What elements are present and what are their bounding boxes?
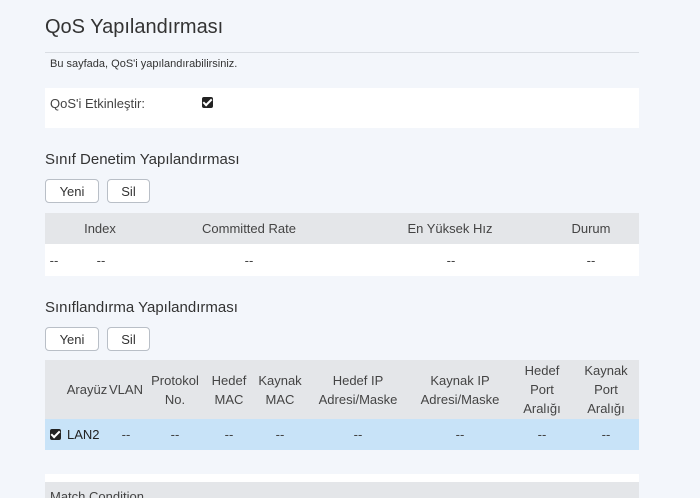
column-header-interface: Arayüz <box>66 382 108 397</box>
page-title: QoS Yapılandırması <box>45 16 224 38</box>
column-header-dest-mac: Hedef MAC <box>205 371 253 409</box>
column-header-dest-ip-line2: Adresi/Maske <box>318 392 398 407</box>
column-header-src-mac-line2: MAC <box>265 392 295 407</box>
column-header-src-mac-line1: Kaynak <box>258 373 302 388</box>
classification-delete-button[interactable]: Sil <box>107 327 150 351</box>
qos-enable-panel: QoS'i Etkinleştir: <box>45 88 639 128</box>
title-divider <box>45 52 639 53</box>
class-inspection-table-header: Index Committed Rate En Yüksek Hız Durum <box>45 213 639 244</box>
column-header-src-ip-line2: Adresi/Maske <box>420 392 500 407</box>
interface-cell: LAN2 <box>67 427 100 442</box>
column-header-status: Durum <box>571 221 611 236</box>
qos-enable-label: QoS'i Etkinleştir: <box>50 96 145 111</box>
column-header-max-rate: En Yüksek Hız <box>407 221 493 236</box>
vlan-cell: -- <box>121 427 131 442</box>
column-header-dest-mac-line2: MAC <box>214 392 244 407</box>
column-header-src-port: Kaynak Port Aralığı <box>575 361 637 418</box>
column-header-dest-port: Hedef Port Aralığı <box>511 361 573 418</box>
src-port-cell: -- <box>601 427 611 442</box>
column-header-protocol-line1: Protokol <box>151 373 199 388</box>
dest-mac-cell: -- <box>224 427 234 442</box>
column-header-protocol-line2: No. <box>164 392 186 407</box>
column-header-src-port-line1: Kaynak <box>584 363 628 378</box>
column-header-vlan: VLAN <box>109 382 143 397</box>
match-condition-title: Match Condition <box>50 489 144 498</box>
column-header-dest-port-line3: Aralığı <box>523 401 561 416</box>
row-select-cell: -- <box>49 253 59 268</box>
column-header-protocol: Protokol No. <box>145 371 205 409</box>
class-inspection-title: Sınıf Denetim Yapılandırması <box>45 151 240 168</box>
max-rate-cell: -- <box>446 253 456 268</box>
column-header-index: Index <box>84 221 116 236</box>
row-select-checkbox[interactable] <box>50 429 61 440</box>
column-header-dest-port-line2: Port <box>530 382 554 397</box>
column-header-src-port-line3: Aralığı <box>587 401 625 416</box>
qos-enable-checkbox[interactable] <box>202 97 213 108</box>
column-header-dest-ip: Hedef IP Adresi/Maske <box>307 371 409 409</box>
src-mac-cell: -- <box>275 427 285 442</box>
index-cell: -- <box>96 253 106 268</box>
classification-title: Sınıflandırma Yapılandırması <box>45 299 238 316</box>
column-header-src-mac: Kaynak MAC <box>253 371 307 409</box>
classification-table-header: Arayüz VLAN Protokol No. Hedef MAC Kayna… <box>45 360 639 419</box>
class-inspection-new-button[interactable]: Yeni <box>45 179 99 203</box>
column-header-dest-port-line1: Hedef <box>524 363 560 378</box>
match-condition-header: Match Condition <box>45 482 639 498</box>
protocol-cell: -- <box>170 427 180 442</box>
class-inspection-delete-button[interactable]: Sil <box>107 179 150 203</box>
page-description: Bu sayfada, QoS'i yapılandırabilirsiniz. <box>50 58 238 70</box>
column-header-committed-rate: Committed Rate <box>202 221 296 236</box>
src-ip-cell: -- <box>455 427 465 442</box>
column-header-src-port-line2: Port <box>594 382 618 397</box>
column-header-src-ip-line1: Kaynak IP <box>430 373 490 388</box>
table-row[interactable]: -- -- -- -- -- <box>45 244 639 276</box>
status-cell: -- <box>586 253 596 268</box>
column-header-dest-mac-line1: Hedef <box>211 373 247 388</box>
table-row[interactable]: LAN2 -- -- -- -- -- -- -- -- <box>45 419 639 450</box>
committed-rate-cell: -- <box>244 253 254 268</box>
column-header-dest-ip-line1: Hedef IP <box>332 373 384 388</box>
dest-port-cell: -- <box>537 427 547 442</box>
column-header-src-ip: Kaynak IP Adresi/Maske <box>409 371 511 409</box>
dest-ip-cell: -- <box>353 427 363 442</box>
classification-new-button[interactable]: Yeni <box>45 327 99 351</box>
